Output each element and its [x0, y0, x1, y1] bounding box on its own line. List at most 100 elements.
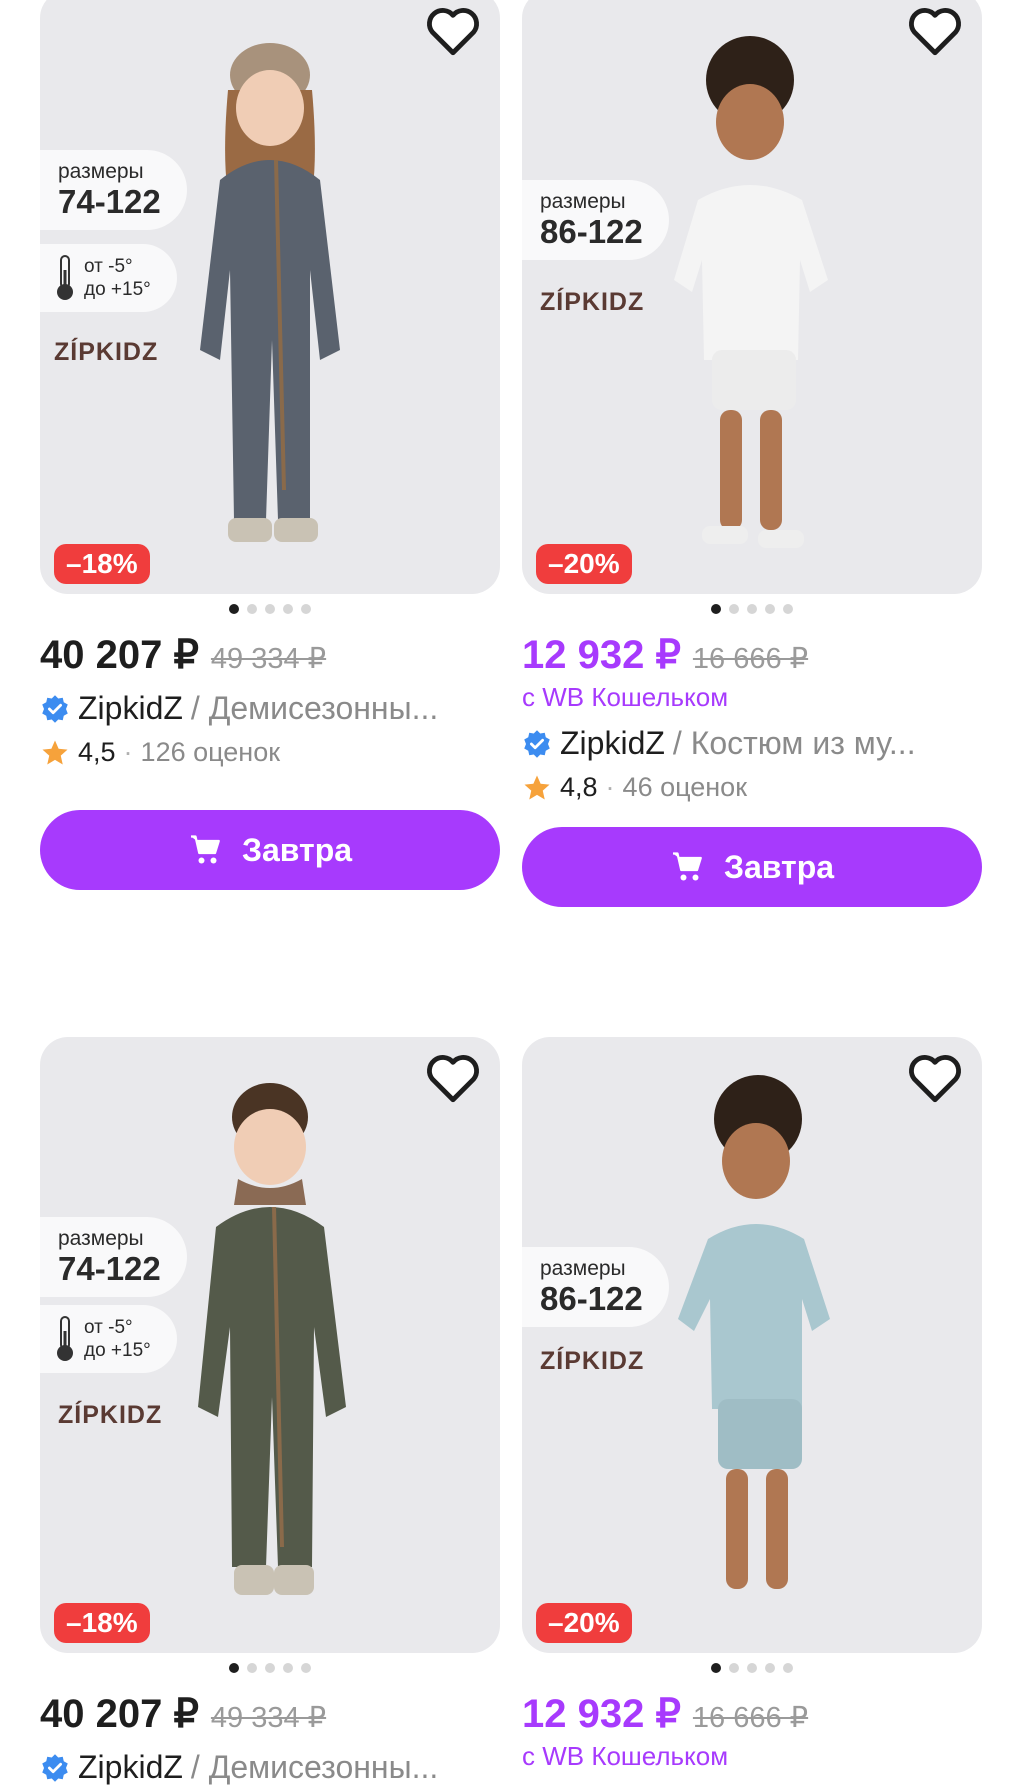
thermometer-icon [57, 1316, 73, 1361]
brand-logo: ZÍPKIDZ [540, 288, 645, 316]
pagination-dot [783, 604, 793, 614]
price-row: 40 207 ₽ 49 334 ₽ [40, 1691, 500, 1737]
pagination-dot [765, 604, 775, 614]
seller-name[interactable]: ZipkidZ [78, 690, 183, 727]
pagination-dot [765, 1663, 775, 1673]
pagination-dot [711, 604, 721, 614]
brand-logo: ZÍPKIDZ [540, 1347, 645, 1375]
sizes-value: 86-122 [540, 1280, 643, 1317]
image-pagination [40, 604, 500, 616]
star-icon [524, 775, 550, 799]
sizes-badge: размеры 86-122 [522, 1247, 669, 1327]
rating-value: 4,5 [78, 737, 116, 767]
pagination-dot [247, 604, 257, 614]
image-pagination [522, 604, 982, 616]
brand-logo: ZÍPKIDZ [54, 338, 159, 366]
price: 12 932 ₽ [522, 1692, 681, 1736]
child-in-overall-image [198, 1083, 346, 1595]
verified-icon [524, 729, 550, 758]
temp-from: от -5° [84, 1317, 133, 1338]
button-label: Завтра [241, 831, 353, 868]
discount-badge: –20% [536, 544, 632, 584]
price-row: 12 932 ₽ 16 666 ₽ [522, 1691, 982, 1737]
product-image[interactable]: размеры 74-122 от -5° до +15° ZÍPKIDZ –1… [40, 1037, 500, 1653]
seller-name[interactable]: ZipkidZ [78, 1749, 183, 1786]
cart-icon [190, 835, 220, 864]
cart-icon [672, 852, 702, 881]
product-card[interactable]: размеры 74-122 от -5° до +15° ZÍPKIDZ –1… [40, 0, 500, 890]
price-row: 12 932 ₽ 16 666 ₽ [522, 632, 982, 678]
favorite-icon[interactable] [906, 1051, 964, 1105]
pagination-dot [729, 1663, 739, 1673]
old-price: 49 334 ₽ [210, 643, 327, 675]
rating-row: 4,8 · 46 оценок [522, 772, 982, 803]
image-pagination [40, 1663, 500, 1675]
product-title[interactable]: / Демисезонны... [191, 690, 438, 727]
pagination-dot [283, 604, 293, 614]
old-price: 16 666 ₽ [692, 1702, 809, 1734]
reviews-count: 126 оценок [140, 737, 281, 767]
seller-row[interactable]: ZipkidZ / Демисезонны... [40, 1749, 500, 1786]
seller-row[interactable]: ZipkidZ / Костюм из му... [522, 725, 982, 762]
discount-badge: –20% [536, 1603, 632, 1643]
favorite-icon[interactable] [424, 4, 482, 58]
sizes-value: 74-122 [58, 1250, 161, 1287]
star-icon [42, 740, 68, 764]
seller-name[interactable]: ZipkidZ [560, 725, 665, 762]
wallet-price-note: с WB Кошельком [522, 1741, 729, 1771]
pagination-dot [729, 604, 739, 614]
pagination-dot [229, 1663, 239, 1673]
discount-badge: –18% [54, 544, 150, 584]
pagination-dot [301, 1663, 311, 1673]
rating-value: 4,8 [560, 772, 598, 802]
price-row: 40 207 ₽ 49 334 ₽ [40, 632, 500, 678]
price: 12 932 ₽ [522, 633, 681, 677]
favorite-icon[interactable] [906, 4, 964, 58]
product-image[interactable]: размеры 86-122 ZÍPKIDZ –20% [522, 0, 982, 594]
rating-row: 4,5 · 126 оценок [40, 737, 500, 768]
sizes-label: размеры [540, 1257, 626, 1280]
child-in-overall-image [200, 43, 340, 542]
sizes-label: размеры [58, 160, 144, 183]
temp-to: до +15° [84, 1340, 151, 1361]
product-image[interactable]: размеры 86-122 ZÍPKIDZ –20% [522, 1037, 982, 1653]
pagination-dot [747, 604, 757, 614]
product-card[interactable]: размеры 86-122 ZÍPKIDZ –20% 12 932 ₽ 16 … [522, 0, 982, 907]
temperature-badge: от -5° до +15° [40, 244, 177, 312]
product-title[interactable]: / Демисезонны... [191, 1749, 438, 1786]
thermometer-icon [57, 255, 73, 300]
price: 40 207 ₽ [40, 633, 199, 677]
separator-dot: · [605, 772, 615, 802]
wallet-price-note: с WB Кошельком [522, 682, 729, 712]
pagination-dot [229, 604, 239, 614]
pagination-dot [711, 1663, 721, 1673]
child-in-linen-suit-image [674, 36, 828, 548]
sizes-label: размеры [58, 1227, 144, 1250]
temp-to: до +15° [84, 279, 151, 300]
discount-badge: –18% [54, 1603, 150, 1643]
add-to-cart-button[interactable]: Завтра [522, 827, 982, 907]
pagination-dot [783, 1663, 793, 1673]
favorite-icon[interactable] [424, 1051, 482, 1105]
add-to-cart-button[interactable]: Завтра [40, 810, 500, 890]
brand-logo: ZÍPKIDZ [58, 1401, 163, 1429]
pagination-dot [247, 1663, 257, 1673]
button-label: Завтра [723, 848, 835, 885]
sizes-badge: размеры 74-122 [40, 1217, 187, 1297]
image-pagination [522, 1663, 982, 1675]
sizes-badge: размеры 86-122 [522, 180, 669, 260]
product-title[interactable]: / Костюм из му... [673, 725, 916, 762]
temperature-badge: от -5° до +15° [40, 1305, 177, 1373]
separator-dot: · [123, 737, 133, 767]
product-card[interactable]: размеры 86-122 ZÍPKIDZ –20% 12 932 ₽ 16 … [522, 1037, 982, 1772]
sizes-badge: размеры 74-122 [40, 150, 187, 230]
pagination-dot [265, 1663, 275, 1673]
pagination-dot [747, 1663, 757, 1673]
seller-row[interactable]: ZipkidZ / Демисезонны... [40, 690, 500, 727]
product-image[interactable]: размеры 74-122 от -5° до +15° ZÍPKIDZ –1… [40, 0, 500, 594]
product-card[interactable]: размеры 74-122 от -5° до +15° ZÍPKIDZ –1… [40, 1037, 500, 1786]
sizes-label: размеры [540, 190, 626, 213]
old-price: 16 666 ₽ [692, 643, 809, 675]
price: 40 207 ₽ [40, 1692, 199, 1736]
pagination-dot [283, 1663, 293, 1673]
